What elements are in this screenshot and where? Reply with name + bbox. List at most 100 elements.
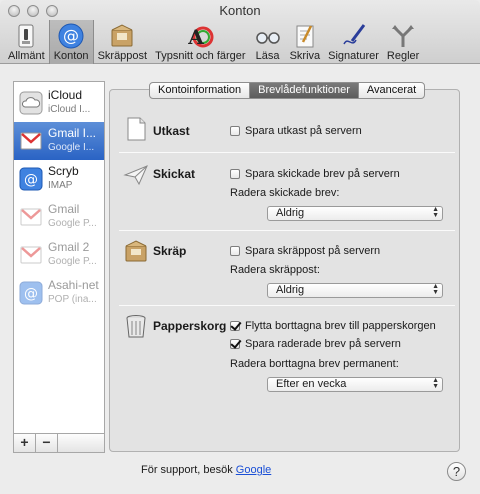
toolbar-accounts-label: Konton <box>53 50 89 62</box>
select-value: Aldrig <box>276 207 305 219</box>
move-to-trash-checkbox[interactable]: Flytta borttagna brev till papperskorgen <box>230 320 436 332</box>
section-divider <box>119 305 455 306</box>
toolbar-fonts-label: Typsnitt och färger <box>155 50 246 62</box>
title-bar: Konton Allmänt @ Konton Skräppost A Typs… <box>0 0 480 64</box>
toolbar-rules-label: Regler <box>386 50 420 62</box>
account-type: Google I... <box>48 142 95 153</box>
tab-account-information[interactable]: Kontoinformation <box>150 83 251 98</box>
account-item-asahi-net[interactable]: @ Asahi-net POP (ina... <box>14 274 104 312</box>
account-item-icloud[interactable]: iCloud iCloud I... <box>14 84 104 122</box>
account-name: Gmail <box>48 202 80 216</box>
checkbox-box[interactable] <box>230 246 240 256</box>
trash-section: Papperskorg Flytta borttagna brev till p… <box>119 308 460 398</box>
delete-sent-select[interactable]: Aldrig ▲ ▼ <box>267 206 443 221</box>
svg-text:@: @ <box>24 286 38 302</box>
account-item-gmail-imap[interactable]: Gmail I... Google I... <box>14 122 104 160</box>
support-text: För support, besök Google <box>141 464 271 476</box>
toolbar-viewing[interactable]: Läsa <box>250 20 286 64</box>
help-button[interactable]: ? <box>447 462 466 481</box>
tab-advanced[interactable]: Avancerat <box>359 83 424 98</box>
toolbar-junk[interactable]: Skräppost <box>94 20 152 64</box>
account-name: Gmail I... <box>48 126 97 140</box>
select-value: Efter en vecka <box>276 378 347 390</box>
add-account-button[interactable]: + <box>14 434 36 452</box>
account-name: iCloud <box>48 88 83 102</box>
support-prefix: För support, besök <box>141 464 233 476</box>
save-deleted-checkbox[interactable]: Spara raderade brev på servern <box>230 338 401 350</box>
updown-arrows-icon: ▲ ▼ <box>432 206 439 219</box>
select-value: Aldrig <box>276 284 305 296</box>
delete-sent-label: Radera skickade brev: <box>230 187 340 199</box>
checkbox-label: Spara skräppost på servern <box>245 245 381 257</box>
account-name: Scryb <box>48 164 79 178</box>
remove-account-button[interactable]: − <box>36 434 58 452</box>
accounts-list[interactable]: iCloud iCloud I... Gmail I... Google I..… <box>13 81 105 434</box>
tab-mailbox-behaviors[interactable]: Brevlådefunktioner <box>250 83 359 98</box>
toolbar-composing[interactable]: Skriva <box>286 20 325 64</box>
save-drafts-checkbox[interactable]: Spara utkast på servern <box>230 125 362 137</box>
svg-text:A: A <box>188 25 205 49</box>
gmail-icon <box>20 132 42 150</box>
checkbox-box[interactable] <box>230 169 240 179</box>
pen-paper-icon <box>296 25 314 48</box>
accounts-list-footer: + − <box>13 434 105 453</box>
junk-section: Skräp Spara skräppost på servern Radera … <box>119 233 460 305</box>
checkbox-box[interactable] <box>230 321 240 331</box>
toolbar-signatures-label: Signaturer <box>328 50 379 62</box>
save-junk-checkbox[interactable]: Spara skräppost på servern <box>230 245 380 257</box>
updown-arrows-icon: ▲ ▼ <box>432 283 439 296</box>
toolbar-viewing-label: Läsa <box>255 50 280 62</box>
window-title: Konton <box>219 3 261 18</box>
checkbox-box[interactable] <box>230 126 240 136</box>
account-type: Google P... <box>48 256 97 267</box>
toolbar-signatures[interactable]: Signaturer <box>324 20 383 64</box>
sent-section: Skickat Spara skickade brev på servern R… <box>119 155 460 230</box>
section-divider <box>119 152 455 153</box>
account-item-gmail-2[interactable]: Gmail 2 Google P... <box>14 236 104 274</box>
toolbar-junk-label: Skräppost <box>97 50 148 62</box>
toolbar-rules[interactable]: Regler <box>383 20 423 64</box>
junk-title: Skräp <box>153 244 187 258</box>
sent-title: Skickat <box>153 167 196 181</box>
toolbar-composing-label: Skriva <box>289 50 321 62</box>
account-type: POP (ina... <box>48 294 97 305</box>
account-item-scryb[interactable]: @ Scryb IMAP <box>14 160 104 198</box>
junk-mail-icon <box>111 24 133 47</box>
signature-pen-icon <box>342 24 365 45</box>
account-type: iCloud I... <box>48 104 91 115</box>
delete-junk-select[interactable]: Aldrig ▲ ▼ <box>267 283 443 298</box>
rules-icon <box>392 25 415 47</box>
checkbox-box[interactable] <box>230 339 240 349</box>
toolbar-fonts[interactable]: A Typsnitt och färger <box>151 20 250 64</box>
paper-plane-icon <box>123 165 148 186</box>
save-sent-checkbox[interactable]: Spara skickade brev på servern <box>230 168 400 180</box>
account-name: Asahi-net <box>48 278 99 292</box>
checkbox-label: Spara raderade brev på servern <box>245 338 401 350</box>
delete-junk-label: Radera skräppost: <box>230 264 320 276</box>
checkbox-label: Flytta borttagna brev till papperskorgen <box>245 320 436 332</box>
account-type: IMAP <box>48 180 73 191</box>
svg-text:@: @ <box>63 26 79 45</box>
checkbox-label: Spara utkast på servern <box>245 125 362 137</box>
cloud-icon <box>19 91 43 115</box>
gmail-icon <box>20 246 42 264</box>
toolbar: Allmänt @ Konton Skräppost A Typsnitt oc… <box>4 20 423 64</box>
preferences-window: Konton Allmänt @ Konton Skräppost A Typs… <box>0 0 480 494</box>
toolbar-accounts[interactable]: @ Konton <box>48 20 94 64</box>
drafts-section: Utkast Spara utkast på servern <box>119 112 460 152</box>
support-link[interactable]: Google <box>236 464 271 476</box>
junk-mail-icon <box>125 240 147 262</box>
at-sign-icon: @ <box>19 167 43 191</box>
drafts-document-icon <box>127 117 146 141</box>
account-item-gmail-pop[interactable]: Gmail Google P... <box>14 198 104 236</box>
trash-title: Papperskorg <box>153 319 227 333</box>
section-divider <box>119 230 455 231</box>
drafts-title: Utkast <box>153 124 190 138</box>
toolbar-general[interactable]: Allmänt <box>4 20 49 64</box>
delete-trash-select[interactable]: Efter en vecka ▲ ▼ <box>267 377 443 392</box>
trash-can-icon <box>126 315 146 338</box>
at-sign-icon: @ <box>19 281 43 305</box>
delete-trash-label: Radera borttagna brev permanent: <box>230 358 399 370</box>
checkbox-label: Spara skickade brev på servern <box>245 168 400 180</box>
gmail-icon <box>20 208 42 226</box>
